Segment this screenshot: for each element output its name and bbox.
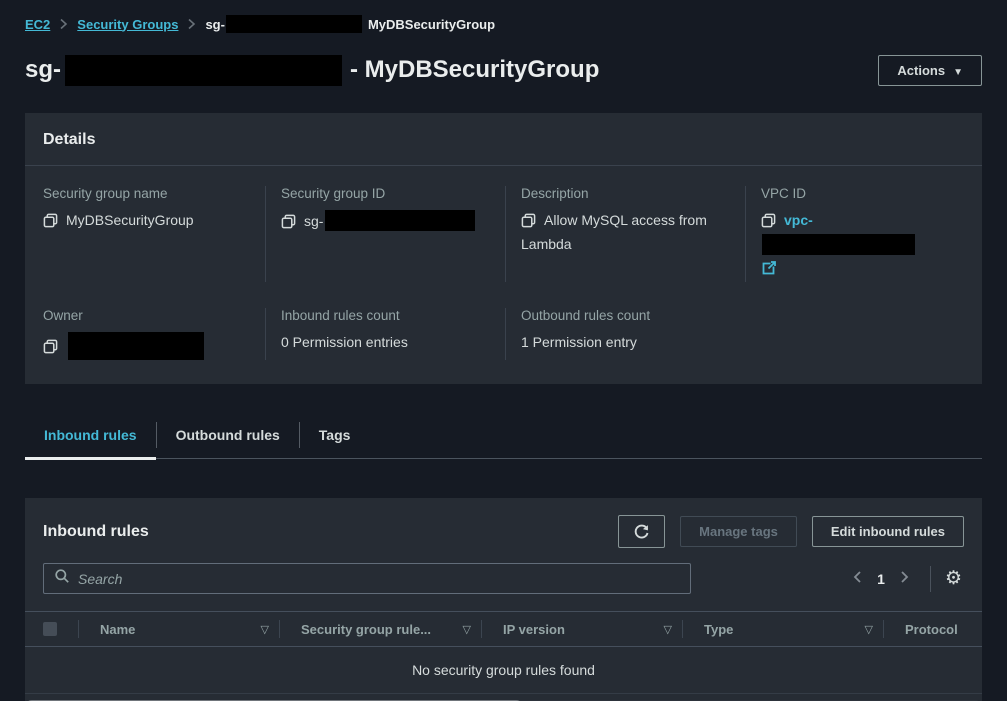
redaction-box (325, 210, 475, 231)
tab-bar: Inbound rules Outbound rules Tags (25, 412, 982, 459)
tab-inbound-rules[interactable]: Inbound rules (25, 412, 156, 458)
sort-icon: ▽ (865, 623, 873, 636)
field-vpc-id: VPC ID vpc- (745, 186, 964, 282)
column-header-name[interactable]: Name ▽ (79, 612, 279, 646)
pagination-divider (930, 566, 931, 592)
details-card: Details Security group name MyDBSecurity… (25, 113, 982, 384)
details-card-header: Details (25, 113, 982, 166)
table-header-row: Name ▽ Security group rule... ▽ IP versi… (25, 611, 982, 647)
next-page-button[interactable] (893, 566, 916, 591)
breadcrumb-link-ec2[interactable]: EC2 (25, 17, 50, 32)
details-row-2: Owner Inbound rules count 0 Permission e… (43, 308, 964, 360)
field-security-group-name: Security group name MyDBSecurityGroup (43, 186, 265, 282)
copy-icon[interactable] (761, 213, 776, 234)
search-input[interactable] (78, 571, 680, 587)
chevron-right-icon (899, 572, 910, 587)
details-title: Details (43, 131, 964, 149)
search-box (43, 563, 691, 594)
inbound-rules-table: Name ▽ Security group rule... ▽ IP versi… (25, 611, 982, 701)
outbound-rules-count-value: 1 Permission entry (521, 332, 729, 353)
edit-inbound-rules-button[interactable]: Edit inbound rules (812, 516, 964, 547)
chevron-left-icon (852, 572, 863, 587)
manage-tags-button[interactable]: Manage tags (680, 516, 797, 547)
sort-icon: ▽ (463, 623, 471, 636)
actions-button[interactable]: Actions ▼ (878, 55, 982, 86)
inbound-rules-header: Inbound rules Manage tags Edit inbound r… (25, 498, 982, 562)
tab-tags[interactable]: Tags (300, 412, 370, 458)
search-icon (54, 568, 78, 589)
previous-page-button[interactable] (846, 566, 869, 591)
redaction-box (68, 332, 204, 360)
settings-button[interactable]: ⚙ (943, 567, 964, 590)
inbound-rules-title: Inbound rules (43, 523, 149, 541)
field-inbound-rules-count: Inbound rules count 0 Permission entries (265, 308, 505, 360)
column-header-protocol[interactable]: Protocol (884, 612, 982, 646)
field-owner: Owner (43, 308, 265, 360)
inbound-rules-actions: Manage tags Edit inbound rules (618, 515, 964, 548)
inbound-rules-panel: Inbound rules Manage tags Edit inbound r… (25, 498, 982, 701)
copy-icon[interactable] (43, 213, 58, 234)
copy-icon[interactable] (281, 214, 296, 235)
page-title: sg- - MyDBSecurityGroup (25, 55, 599, 86)
breadcrumb: EC2 Security Groups sg- MyDBSecurityGrou… (25, 0, 982, 34)
sort-icon: ▽ (261, 623, 269, 636)
column-header-ip-version[interactable]: IP version ▽ (482, 612, 682, 646)
breadcrumb-current: sg- MyDBSecurityGroup (205, 15, 495, 33)
column-label: Security group rule... (301, 622, 431, 637)
field-label: Security group ID (281, 186, 489, 201)
breadcrumb-separator-icon (59, 18, 68, 30)
breadcrumb-separator-icon (187, 18, 196, 30)
pagination: 1 ⚙ (846, 566, 964, 592)
field-label: Security group name (43, 186, 249, 201)
details-row-1: Security group name MyDBSecurityGroup Se… (43, 186, 964, 282)
column-label: Protocol (905, 622, 958, 637)
field-label: Description (521, 186, 729, 201)
vpc-id-link[interactable]: vpc- (784, 212, 813, 228)
column-label: Name (100, 622, 135, 637)
redaction-box (762, 234, 915, 255)
select-all-cell (25, 612, 78, 646)
external-link-icon[interactable] (761, 260, 777, 282)
column-header-type[interactable]: Type ▽ (683, 612, 883, 646)
field-label: Outbound rules count (521, 308, 729, 323)
actions-button-label: Actions (897, 63, 945, 78)
search-row: 1 ⚙ (25, 563, 982, 594)
page: EC2 Security Groups sg- MyDBSecurityGrou… (0, 0, 1007, 701)
refresh-button[interactable] (618, 515, 665, 548)
empty-state-message: No security group rules found (25, 647, 982, 694)
breadcrumb-link-security-groups[interactable]: Security Groups (77, 17, 178, 32)
column-label: Type (704, 622, 733, 637)
field-label: Inbound rules count (281, 308, 489, 323)
copy-icon[interactable] (43, 339, 58, 360)
field-description: Description Allow MySQL access from Lamb… (505, 186, 745, 282)
field-label: Owner (43, 308, 249, 323)
redaction-box (65, 55, 342, 86)
field-outbound-rules-count: Outbound rules count 1 Permission entry (505, 308, 745, 360)
sort-icon: ▽ (664, 623, 672, 636)
description-value: Allow MySQL access from Lambda (521, 212, 707, 252)
page-title-suffix: - MyDBSecurityGroup (350, 56, 599, 84)
security-group-id-prefix: sg- (304, 213, 323, 229)
inbound-rules-count-value: 0 Permission entries (281, 332, 489, 353)
title-row: sg- - MyDBSecurityGroup Actions ▼ (25, 48, 982, 92)
field-label: VPC ID (761, 186, 948, 201)
gear-icon: ⚙ (945, 568, 962, 589)
column-header-security-group-rule[interactable]: Security group rule... ▽ (280, 612, 481, 646)
column-label: IP version (503, 622, 565, 637)
tab-outbound-rules[interactable]: Outbound rules (157, 412, 299, 458)
breadcrumb-current-suffix: MyDBSecurityGroup (368, 17, 495, 32)
redaction-box (226, 15, 362, 33)
page-title-prefix: sg- (25, 56, 61, 84)
current-page-number: 1 (877, 571, 885, 587)
copy-icon[interactable] (521, 213, 536, 234)
select-all-checkbox[interactable] (43, 622, 57, 636)
details-body: Security group name MyDBSecurityGroup Se… (25, 166, 982, 384)
field-security-group-id: Security group ID sg- (265, 186, 505, 282)
chevron-down-icon: ▼ (953, 67, 963, 78)
breadcrumb-current-prefix: sg- (205, 17, 225, 32)
refresh-icon (633, 525, 650, 540)
security-group-name-value: MyDBSecurityGroup (66, 212, 194, 228)
